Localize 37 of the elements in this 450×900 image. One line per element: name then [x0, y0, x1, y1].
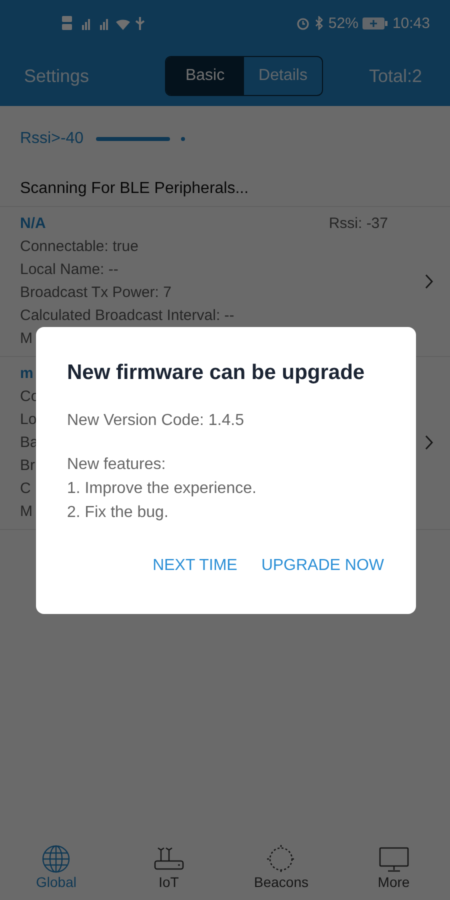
feature-item: 2. Fix the bug. [67, 503, 170, 523]
rssi-filter-label: Rssi>-40 [20, 130, 84, 148]
device-rssi: Rssi: -37 [328, 214, 388, 234]
device-detail: M [20, 329, 32, 349]
globe-icon [40, 844, 72, 874]
alarm-icon [296, 16, 310, 30]
nav-tab[interactable]: Beacons [225, 838, 338, 900]
device-detail: Connectable: true [20, 237, 138, 257]
total-count: Total:2 [368, 66, 422, 86]
device-detail: Calculated Broadcast Interval: -- [20, 306, 234, 326]
view-tab[interactable]: Details [244, 57, 322, 95]
nav-tab[interactable]: IoT [112, 838, 225, 900]
device-name: N/A [20, 214, 46, 234]
device-detail: Br [20, 456, 35, 476]
chevron-icon[interactable] [425, 435, 434, 450]
chevron-icon[interactable] [425, 274, 434, 288]
version-code: New Version Code: 1.4.5 [67, 411, 245, 431]
dialog-button[interactable]: NEXT TIME [146, 551, 244, 581]
clock-time: 10:43 [392, 14, 430, 32]
nav-tab[interactable]: More [338, 838, 450, 900]
settings-link[interactable]: Settings [24, 66, 90, 86]
device-detail: Local Name: -- [20, 260, 118, 280]
battery-icon [362, 16, 388, 30]
nav-tab[interactable]: Global [0, 838, 112, 900]
device-detail: M [20, 502, 32, 522]
view-tab[interactable]: Basic [166, 57, 244, 95]
scan-status: Scanning For BLE Peripherals... [0, 168, 450, 207]
dialog-title: New firmware can be upgrade [67, 361, 366, 385]
battery-percent: 52% [328, 14, 358, 32]
device-detail: Broadcast Tx Power: 7 [20, 283, 172, 303]
device-name: m [20, 364, 34, 384]
features-heading: New features: [67, 455, 167, 475]
device-detail: Lo [20, 410, 37, 430]
bluetooth-icon [314, 16, 324, 30]
dialog-button[interactable]: UPGRADE NOW [255, 551, 390, 581]
device-detail: C [20, 479, 31, 499]
feature-item: 1. Improve the experience. [67, 479, 258, 499]
